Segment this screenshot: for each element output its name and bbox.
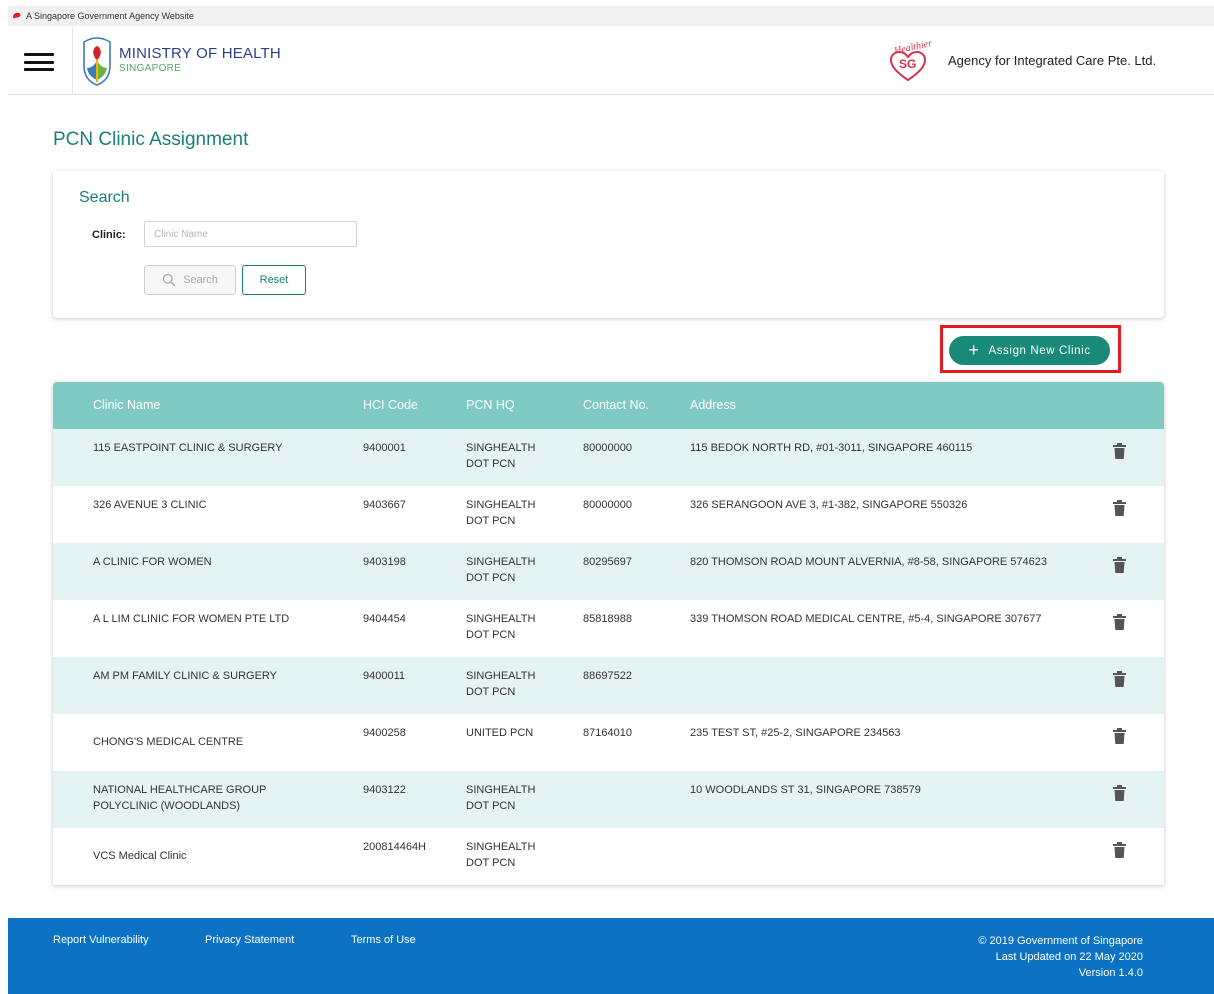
search-card: Search Clinic: Search Reset xyxy=(53,171,1164,318)
cell-clinic-name: A L LIM CLINIC FOR WOMEN PTE LTD xyxy=(93,613,290,625)
cell-hci-code: 9403198 xyxy=(363,556,406,568)
column-header-pcn-hq[interactable]: PCN HQ xyxy=(466,398,515,412)
cell-pcn-hq: SINGHEALTH xyxy=(466,613,536,625)
cell-pcn-hq-line2: DOT PCN xyxy=(466,686,516,698)
cell-pcn-hq-line2: DOT PCN xyxy=(466,572,516,584)
cell-pcn-hq-line2: DOT PCN xyxy=(466,515,516,527)
cell-hci-code: 9403122 xyxy=(363,784,406,796)
delete-icon[interactable] xyxy=(1113,614,1126,630)
delete-icon[interactable] xyxy=(1113,557,1126,573)
cell-clinic-name: VCS Medical Clinic xyxy=(93,850,187,862)
delete-icon[interactable] xyxy=(1113,443,1126,459)
delete-icon[interactable] xyxy=(1113,728,1126,744)
healthier-sg-logo: Healthier SG xyxy=(889,38,933,82)
clinic-label: Clinic: xyxy=(92,229,126,241)
cell-clinic-name: A CLINIC FOR WOMEN xyxy=(93,556,212,568)
search-title: Search xyxy=(79,189,130,206)
delete-icon[interactable] xyxy=(1113,842,1126,858)
table-row[interactable]: 326 AVENUE 3 CLINIC 9403667 SINGHEALTH D… xyxy=(53,486,1164,543)
cell-pcn-hq: SINGHEALTH xyxy=(466,499,536,511)
cell-clinic-name: CHONG'S MEDICAL CENTRE xyxy=(93,736,244,748)
cell-address: 235 TEST ST, #25-2, SINGAPORE 234563 xyxy=(690,727,901,739)
cell-clinic-name: AM PM FAMILY CLINIC & SURGERY xyxy=(93,670,277,682)
cell-hci-code: 9400011 xyxy=(363,670,406,682)
column-header-contact-no[interactable]: Contact No. xyxy=(583,398,649,412)
cell-clinic-name: 326 AVENUE 3 CLINIC xyxy=(93,499,207,511)
cell-contact-no: 88697522 xyxy=(583,670,632,682)
cell-clinic-name-line2: POLYCLINIC (WOODLANDS) xyxy=(93,800,241,812)
footer-link-privacy-statement[interactable]: Privacy Statement xyxy=(205,934,294,946)
agency-name: Agency for Integrated Care Pte. Ltd. xyxy=(948,53,1157,68)
clinic-table: Clinic Name HCI Code PCN HQ Contact No. … xyxy=(53,382,1164,885)
search-button[interactable]: Search xyxy=(144,265,236,295)
moh-logo-icon[interactable] xyxy=(81,36,113,86)
cell-pcn-hq-line2: DOT PCN xyxy=(466,458,516,470)
column-header-address[interactable]: Address xyxy=(690,398,736,412)
menu-icon[interactable] xyxy=(24,53,54,71)
cell-hci-code: 9403667 xyxy=(363,499,406,511)
cell-pcn-hq-line2: DOT PCN xyxy=(466,800,516,812)
cell-address: 820 THOMSON ROAD MOUNT ALVERNIA, #8-58, … xyxy=(690,556,1048,568)
cell-contact-no: 87164010 xyxy=(583,727,632,739)
cell-contact-no: 80000000 xyxy=(583,499,632,511)
site-footer: Report Vulnerability Privacy Statement T… xyxy=(8,918,1214,994)
site-header: MINISTRY OF HEALTH SINGAPORE Healthier S… xyxy=(8,26,1214,95)
column-header-hci-code[interactable]: HCI Code xyxy=(363,398,418,412)
cell-address: 326 SERANGOON AVE 3, #1-382, SINGAPORE 5… xyxy=(690,499,968,511)
plus-icon: + xyxy=(968,339,980,360)
table-row[interactable]: 115 EASTPOINT CLINIC & SURGERY 9400001 S… xyxy=(53,429,1164,486)
ministry-subtitle: SINGAPORE xyxy=(119,63,182,74)
column-header-clinic-name[interactable]: Clinic Name xyxy=(93,398,160,412)
table-row[interactable]: NATIONAL HEALTHCARE GROUP POLYCLINIC (WO… xyxy=(53,771,1164,828)
cell-hci-code: 9404454 xyxy=(363,613,406,625)
clinic-name-input[interactable] xyxy=(144,221,357,247)
header-divider xyxy=(72,26,73,95)
table-row[interactable]: CHONG'S MEDICAL CENTRE 9400258 UNITED PC… xyxy=(53,714,1164,771)
cell-hci-code: 9400001 xyxy=(363,442,406,454)
cell-address: 10 WOODLANDS ST 31, SINGAPORE 738579 xyxy=(690,784,921,796)
cell-pcn-hq: SINGHEALTH xyxy=(466,841,536,853)
delete-icon[interactable] xyxy=(1113,500,1126,516)
cell-contact-no: 80000000 xyxy=(583,442,632,454)
table-row[interactable]: AM PM FAMILY CLINIC & SURGERY 9400011 SI… xyxy=(53,657,1164,714)
gov-banner: A Singapore Government Agency Website xyxy=(8,6,1214,26)
cell-pcn-hq: SINGHEALTH xyxy=(466,670,536,682)
gov-banner-text: A Singapore Government Agency Website xyxy=(26,11,194,21)
page-title: PCN Clinic Assignment xyxy=(53,129,249,150)
cell-contact-no: 80295697 xyxy=(583,556,632,568)
cell-pcn-hq-line2: DOT PCN xyxy=(466,629,516,641)
footer-link-terms-of-use[interactable]: Terms of Use xyxy=(351,934,416,946)
assign-new-clinic-button[interactable]: + Assign New Clinic xyxy=(949,336,1110,365)
cell-pcn-hq: SINGHEALTH xyxy=(466,784,536,796)
cell-address: 339 THOMSON ROAD MEDICAL CENTRE, #5-4, S… xyxy=(690,613,1042,625)
reset-button[interactable]: Reset xyxy=(242,265,306,295)
cell-pcn-hq: UNITED PCN xyxy=(466,727,534,739)
footer-copyright: © 2019 Government of Singapore xyxy=(978,935,1143,947)
table-row[interactable]: VCS Medical Clinic 200814464H SINGHEALTH… xyxy=(53,828,1164,885)
cell-pcn-hq-line2: DOT PCN xyxy=(466,857,516,869)
footer-last-updated: Last Updated on 22 May 2020 xyxy=(995,951,1143,963)
cell-address: 115 BEDOK NORTH RD, #01-3011, SINGAPORE … xyxy=(690,442,973,454)
table-row[interactable]: A L LIM CLINIC FOR WOMEN PTE LTD 9404454… xyxy=(53,600,1164,657)
cell-clinic-name: NATIONAL HEALTHCARE GROUP xyxy=(93,784,267,796)
delete-icon[interactable] xyxy=(1113,671,1126,687)
delete-icon[interactable] xyxy=(1113,785,1126,801)
assign-new-clinic-label: Assign New Clinic xyxy=(988,344,1091,357)
cell-pcn-hq: SINGHEALTH xyxy=(466,442,536,454)
footer-link-report-vulnerability[interactable]: Report Vulnerability xyxy=(53,934,149,946)
table-header: Clinic Name HCI Code PCN HQ Contact No. … xyxy=(53,382,1164,429)
cell-clinic-name: 115 EASTPOINT CLINIC & SURGERY xyxy=(93,442,283,454)
cell-pcn-hq: SINGHEALTH xyxy=(466,556,536,568)
search-button-label: Search xyxy=(183,274,218,286)
cell-hci-code: 200814464H xyxy=(363,841,427,853)
cell-contact-no: 85818988 xyxy=(583,613,632,625)
ministry-title: MINISTRY OF HEALTH xyxy=(119,45,281,62)
table-row[interactable]: A CLINIC FOR WOMEN 9403198 SINGHEALTH DO… xyxy=(53,543,1164,600)
svg-text:SG: SG xyxy=(899,57,916,71)
cell-hci-code: 9400258 xyxy=(363,727,406,739)
footer-version: Version 1.4.0 xyxy=(1078,967,1143,979)
lion-head-icon xyxy=(13,12,21,19)
search-icon xyxy=(162,273,176,287)
